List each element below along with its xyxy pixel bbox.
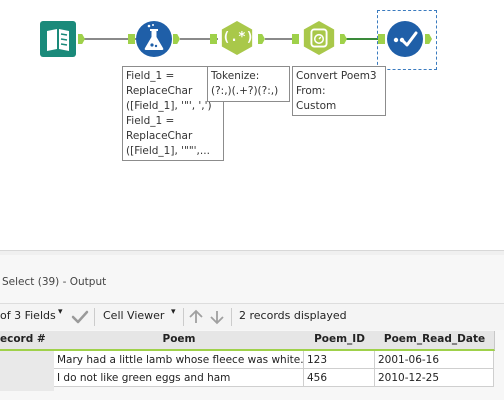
viewer-dropdown-icon[interactable]: ▾ <box>171 307 176 317</box>
checkmark-icon[interactable] <box>71 309 89 325</box>
records-count: 2 records displayed <box>239 309 347 322</box>
workflow-canvas[interactable]: (.*) Field_1 = ReplaceChar ([Field_1], '… <box>0 0 504 250</box>
input-output-anchor[interactable] <box>78 34 85 44</box>
column-header-poem-read-date[interactable]: Poem_Read_Date <box>375 331 495 351</box>
toolbar-separator <box>94 308 95 326</box>
row-number-gutter <box>0 351 54 391</box>
cell-poem-read-date[interactable]: 2001-06-16 <box>375 351 494 369</box>
regex-annotation: Tokenize: (?:,)(.+?)(?:,) <box>207 66 290 102</box>
clock-icon <box>303 20 335 56</box>
datetime-annotation: Convert Poem3 From: Custom <box>292 66 386 116</box>
column-header-poem-id[interactable]: Poem_ID <box>304 331 376 351</box>
flask-icon <box>144 24 164 50</box>
fields-selector[interactable]: of 3 Fields <box>0 309 56 322</box>
formula-input-anchor[interactable] <box>128 34 135 44</box>
connector-4 <box>343 38 378 40</box>
select-input-anchor[interactable] <box>378 34 385 44</box>
datetime-tool[interactable] <box>301 20 337 56</box>
formula-tool[interactable] <box>136 21 172 57</box>
regex-output-anchor[interactable] <box>258 34 265 44</box>
regex-tool[interactable]: (.*) <box>219 20 255 56</box>
cell-poem[interactable]: I do not like green eggs and ham <box>54 369 304 387</box>
toolbar-separator <box>231 308 232 326</box>
input-data-tool[interactable] <box>40 21 76 57</box>
datetime-output-anchor[interactable] <box>340 34 347 44</box>
results-grid: ecord # Poem Poem_ID Poem_Read_Date Mary… <box>0 331 500 391</box>
results-title: Select (39) - Output <box>2 276 107 288</box>
cell-poem-id[interactable]: 456 <box>304 369 375 387</box>
column-header-poem[interactable]: Poem <box>54 331 305 351</box>
cell-poem-id[interactable]: 123 <box>304 351 375 369</box>
cell-poem-read-date[interactable]: 2010-12-25 <box>375 369 494 387</box>
arrow-up-icon[interactable] <box>188 309 204 325</box>
cell-poem[interactable]: Mary had a little lamb whose fleece was … <box>54 351 304 369</box>
arrow-down-icon[interactable] <box>209 309 225 325</box>
column-header-record[interactable]: ecord # <box>0 331 55 351</box>
cell-viewer-selector[interactable]: Cell Viewer <box>103 309 164 322</box>
book-icon <box>47 29 69 51</box>
checkmark-icon <box>393 31 418 47</box>
regex-label: (.*) <box>222 30 254 45</box>
datetime-input-anchor[interactable] <box>292 34 299 44</box>
fields-dropdown-icon[interactable]: ▾ <box>58 307 63 317</box>
select-tool[interactable] <box>387 21 423 57</box>
toolbar-separator <box>183 308 184 326</box>
regex-input-anchor[interactable] <box>210 34 217 44</box>
formula-output-anchor[interactable] <box>173 34 180 44</box>
results-toolbar: of 3 Fields ▾ Cell Viewer ▾ 2 records di… <box>0 303 504 330</box>
